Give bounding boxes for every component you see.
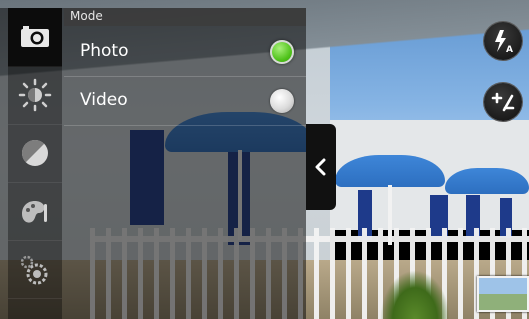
- thumbnail-ground: [479, 294, 527, 310]
- brightness-icon: [18, 78, 52, 112]
- toolbar-scene-mode-button[interactable]: [8, 182, 62, 241]
- radio-selected-icon[interactable]: [270, 40, 294, 64]
- camera-icon: [21, 26, 49, 47]
- exposure-button[interactable]: [484, 83, 522, 121]
- exposure-plus-minus-icon: [491, 92, 515, 112]
- flash-auto-icon: A: [495, 30, 513, 55]
- camera-screen: Mode Photo Video A: [0, 0, 529, 319]
- toolbar-settings-button[interactable]: [8, 240, 62, 299]
- toolbar-camera-mode-button[interactable]: [8, 8, 62, 67]
- mode-option-label: Video: [80, 90, 128, 110]
- camera-settings-toolbar: [8, 8, 62, 319]
- mode-option-video[interactable]: Video: [64, 77, 306, 126]
- radio-unselected-icon[interactable]: [270, 89, 294, 113]
- mode-option-photo[interactable]: Photo: [64, 28, 306, 77]
- mode-menu-header: Mode: [64, 8, 306, 26]
- viewfinder-umbrella: [335, 155, 445, 187]
- gallery-thumbnail[interactable]: [477, 276, 529, 312]
- toolbar-color-effect-button[interactable]: [8, 124, 62, 183]
- palette-icon: [22, 201, 47, 223]
- mode-menu-title: Mode: [70, 9, 103, 23]
- collapse-panel-button[interactable]: [306, 124, 336, 210]
- chevron-left-icon: [315, 158, 326, 176]
- mode-option-label: Photo: [80, 41, 129, 61]
- thumbnail-sky: [479, 278, 527, 294]
- settings-gear-icon: [20, 255, 48, 285]
- toolbar-brightness-button[interactable]: [8, 66, 62, 125]
- flash-auto-button[interactable]: A: [484, 22, 522, 60]
- viewfinder-plant: [380, 270, 450, 319]
- viewfinder-umbrella: [445, 168, 529, 194]
- svg-text:A: A: [506, 45, 513, 55]
- color-effect-icon: [21, 139, 48, 166]
